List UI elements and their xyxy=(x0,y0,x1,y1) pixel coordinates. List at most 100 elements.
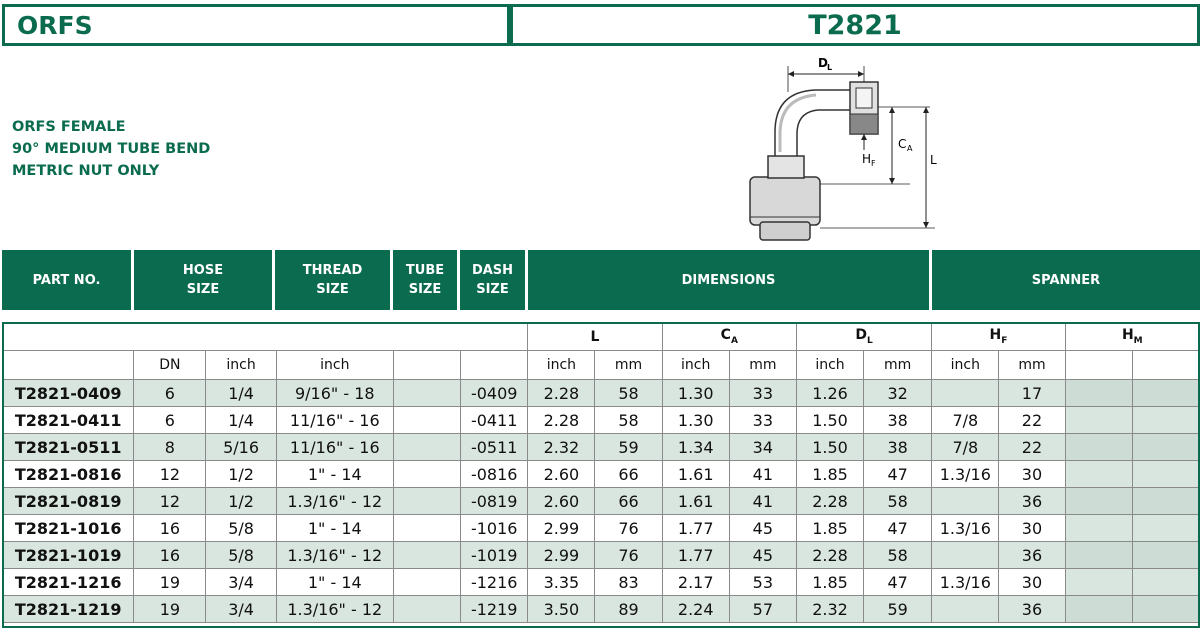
table-cell: 47 xyxy=(863,460,933,488)
table-cell: 38 xyxy=(863,406,933,434)
table-cell xyxy=(392,487,462,515)
table-cell: 16 xyxy=(133,541,207,569)
table-cell: 30 xyxy=(998,514,1066,542)
column-header-tube-size: TUBE SIZE xyxy=(393,250,457,310)
table-cell: -0816 xyxy=(460,460,529,488)
table-cell: 22 xyxy=(998,433,1066,461)
table-cell: 2.32 xyxy=(795,595,865,623)
table-cell: 1" - 14 xyxy=(275,460,394,488)
units-row: DN inch inch inch mm inch mm inch mm inc… xyxy=(1,350,1201,380)
unit-cell xyxy=(1,350,135,380)
table-cell: 2.28 xyxy=(795,541,865,569)
table-cell: 12 xyxy=(133,487,207,515)
table-cell: 66 xyxy=(594,487,663,515)
part-number-cell: T2821-0816 xyxy=(1,460,135,488)
table-cell: 1/4 xyxy=(205,406,277,434)
unit-cell: mm xyxy=(728,350,797,380)
table-cell: 76 xyxy=(594,541,663,569)
part-family-title: T2821 xyxy=(510,4,1200,46)
table-header: PART NO. HOSE SIZE THREAD SIZE TUBE SIZE DA… xyxy=(0,250,1202,310)
table-row: T2821-1016 16 5/8 1" - 14 -1016 2.99 76 1.77 45 1… xyxy=(1,514,1201,542)
table-cell: 1.85 xyxy=(795,460,865,488)
table-cell xyxy=(392,379,462,407)
table-row: T2821-0819 12 1/2 1.3/16" - 12 -0819 2.60 66 1.… xyxy=(1,487,1201,515)
unit-cell: inch xyxy=(795,350,865,380)
table-cell xyxy=(1064,379,1133,407)
table-cell: 3/4 xyxy=(205,568,277,596)
table-cell: 5/16 xyxy=(205,433,277,461)
fitting-diagram: D L C A L H F xyxy=(749,56,937,241)
table-cell: 2.28 xyxy=(527,406,596,434)
table-cell xyxy=(931,541,1000,569)
unit-cell: inch xyxy=(527,350,596,380)
table-cell: 59 xyxy=(594,433,663,461)
table-cell: 19 xyxy=(133,568,207,596)
table-cell: 3.35 xyxy=(527,568,596,596)
column-header-hose-size: HOSE SIZE xyxy=(134,250,272,310)
table-cell: 1.61 xyxy=(661,487,730,515)
unit-cell: inch xyxy=(931,350,1000,380)
table-cell: 2.32 xyxy=(527,433,596,461)
part-number-cell: T2821-0511 xyxy=(1,433,135,461)
ca-label: C xyxy=(898,137,906,151)
group-hf: HF xyxy=(931,322,1066,351)
table-cell: 32 xyxy=(863,379,933,407)
table-cell xyxy=(1064,433,1133,461)
column-header-dash-size: DASH SIZE xyxy=(460,250,525,310)
table-cell xyxy=(392,568,462,596)
table-cell xyxy=(1064,514,1133,542)
unit-cell: DN xyxy=(133,350,207,380)
table-row: T2821-1019 16 5/8 1.3/16" - 12 -1019 2.99 76 1.… xyxy=(1,541,1201,569)
table-cell: 1" - 14 xyxy=(275,514,394,542)
unit-cell xyxy=(1064,350,1133,380)
unit-cell: inch xyxy=(205,350,277,380)
group-l: L xyxy=(527,322,663,351)
table-cell: 1.3/16 xyxy=(931,514,1000,542)
title-bar: ORFS T2821 xyxy=(0,0,1202,52)
table-cell xyxy=(931,379,1000,407)
table-cell: 1/4 xyxy=(205,379,277,407)
table-cell xyxy=(1131,460,1201,488)
table-cell: 53 xyxy=(728,568,797,596)
table-cell: 36 xyxy=(998,487,1066,515)
part-number-cell: T2821-1019 xyxy=(1,541,135,569)
unit-cell: mm xyxy=(863,350,933,380)
table-cell: 41 xyxy=(728,487,797,515)
table-cell: 33 xyxy=(728,379,797,407)
table-row: T2821-0409 6 1/4 9/16" - 18 -0409 2.28 58 1.30 3… xyxy=(1,379,1201,407)
table-cell: 2.28 xyxy=(795,487,865,515)
hf-subscript: F xyxy=(871,159,876,168)
table-cell: 5/8 xyxy=(205,541,277,569)
part-number-cell: T2821-0819 xyxy=(1,487,135,515)
table-cell: 19 xyxy=(133,595,207,623)
unit-cell: inch xyxy=(661,350,730,380)
table-cell xyxy=(1064,406,1133,434)
table-cell xyxy=(1064,460,1133,488)
column-header-dimensions: DIMENSIONS xyxy=(528,250,929,310)
table-cell: 11/16" - 16 xyxy=(275,433,394,461)
table-cell: 38 xyxy=(863,433,933,461)
table-cell: 1.3/16" - 12 xyxy=(275,595,394,623)
table-cell: 47 xyxy=(863,514,933,542)
part-number-cell: T2821-0411 xyxy=(1,406,135,434)
table-cell: 30 xyxy=(998,460,1066,488)
table-cell: -1019 xyxy=(460,541,529,569)
table-cell xyxy=(392,595,462,623)
table-cell: 2.17 xyxy=(661,568,730,596)
table-cell: 89 xyxy=(594,595,663,623)
table-cell xyxy=(392,433,462,461)
table-cell: -0819 xyxy=(460,487,529,515)
table-cell: 66 xyxy=(594,460,663,488)
table-cell: 41 xyxy=(728,460,797,488)
table-cell: 1.77 xyxy=(661,514,730,542)
table-cell: 1.3/16" - 12 xyxy=(275,541,394,569)
table-cell: 2.24 xyxy=(661,595,730,623)
table-cell: 2.60 xyxy=(527,487,596,515)
table-cell: 16 xyxy=(133,514,207,542)
unit-cell xyxy=(392,350,462,380)
table-cell: 12 xyxy=(133,460,207,488)
table-cell: 1/2 xyxy=(205,460,277,488)
ca-subscript: A xyxy=(907,144,913,153)
table-cell: 1.3/16" - 12 xyxy=(275,487,394,515)
table-cell: 1.3/16 xyxy=(931,568,1000,596)
